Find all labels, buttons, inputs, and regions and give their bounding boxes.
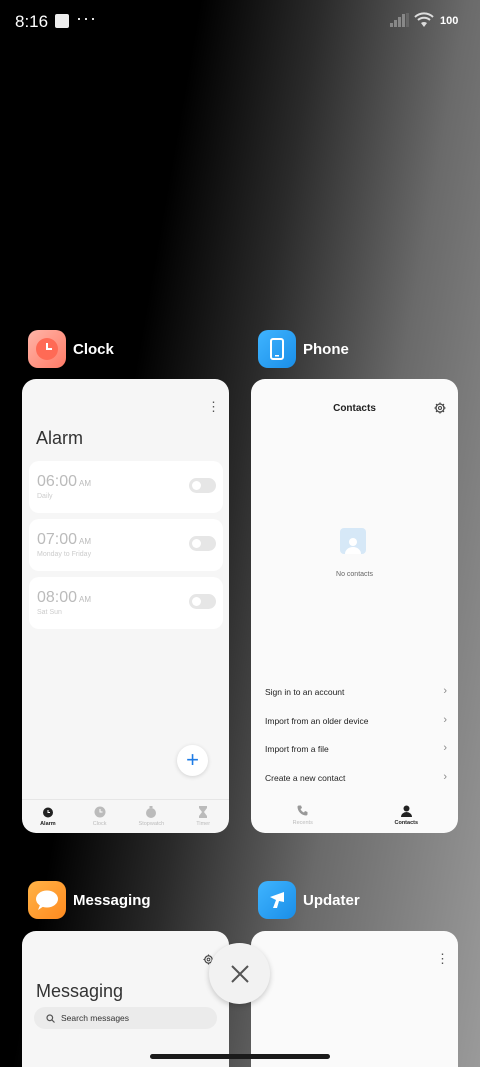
messaging-title: Messaging — [36, 981, 124, 1001]
settings-gear-icon[interactable] — [434, 402, 446, 414]
battery-level: 100 — [440, 15, 459, 27]
phone-app-header[interactable]: Phone — [258, 330, 349, 368]
clock-bottom-nav: Alarm Clock Stopwatch Timer — [22, 799, 229, 833]
alarm-toggle[interactable] — [189, 478, 216, 493]
alarm-repeat: Monday to Friday — [37, 551, 92, 558]
call-icon — [297, 805, 308, 816]
tab-stopwatch-label: Stopwatch — [138, 821, 165, 827]
messaging-app-name: Messaging — [73, 891, 151, 909]
search-messages-bar[interactable]: Search messages — [34, 1007, 217, 1029]
alarm-ampm: AM — [79, 479, 92, 488]
action-label: Import from a file — [265, 744, 329, 754]
phone-app-icon[interactable] — [258, 330, 296, 368]
contacts-title: Contacts — [333, 403, 376, 414]
tab-contacts-label: Contacts — [394, 820, 419, 826]
clock-app-name: Clock — [73, 340, 114, 358]
more-options-icon[interactable]: ⋮ — [207, 400, 220, 413]
action-import-file[interactable]: Import from a file › — [265, 742, 447, 754]
search-placeholder: Search messages — [61, 1013, 130, 1023]
updater-app-header[interactable]: Updater — [258, 881, 360, 919]
tab-clock[interactable]: Clock — [74, 800, 126, 833]
phone-bottom-nav: Recents Contacts — [251, 799, 458, 833]
alarm-time: 08:00 — [37, 589, 78, 606]
tab-clock-label: Clock — [92, 821, 107, 827]
alarm-time: 07:00 — [37, 531, 78, 548]
action-label: Import from an older device — [265, 716, 369, 726]
messaging-app-header[interactable]: Messaging — [28, 881, 151, 919]
alarm-toggle[interactable] — [189, 594, 216, 609]
close-icon — [230, 964, 249, 983]
updater-app-icon[interactable] — [258, 881, 296, 919]
alarm-row[interactable]: 08:00 AM Sat Sun — [29, 577, 223, 629]
phone-app-name: Phone — [303, 340, 349, 358]
clear-all-button[interactable] — [209, 943, 270, 1004]
more-notifications-icon: ··· — [76, 8, 97, 28]
tab-alarm-label: Alarm — [40, 821, 56, 827]
action-create-contact[interactable]: Create a new contact › — [265, 771, 447, 783]
action-label: Create a new contact — [265, 773, 346, 783]
tab-alarm[interactable]: Alarm — [22, 800, 74, 833]
status-time: 8:16 — [15, 12, 49, 31]
wifi-icon — [414, 12, 434, 27]
hourglass-icon — [199, 805, 208, 818]
cellular-signal-icon — [390, 13, 409, 27]
tab-stopwatch[interactable]: Stopwatch — [126, 800, 178, 833]
chevron-right-icon: › — [443, 771, 447, 783]
empty-contacts-icon — [340, 528, 366, 554]
tab-recents-label: Recents — [292, 820, 313, 826]
alarm-clock-icon — [42, 807, 53, 817]
action-import-older-device[interactable]: Import from an older device › — [265, 714, 447, 726]
alarm-repeat: Daily — [37, 493, 53, 500]
clock-app-header[interactable]: Clock — [28, 330, 114, 368]
alarm-title: Alarm — [36, 428, 84, 448]
phone-recent-card[interactable]: Contacts No contacts Sign in to an accou… — [251, 379, 458, 833]
alarm-repeat: Sat Sun — [37, 609, 62, 616]
clock-app-icon[interactable] — [28, 330, 66, 368]
action-sign-in[interactable]: Sign in to an account › — [265, 685, 447, 697]
alarm-ampm: AM — [79, 595, 92, 604]
stopwatch-icon — [146, 805, 157, 818]
action-label: Sign in to an account — [265, 687, 345, 697]
updater-recent-card[interactable]: ⋮ — [251, 931, 458, 1067]
status-bar: 8:16 ··· 100 — [0, 0, 480, 44]
chevron-right-icon: › — [443, 714, 447, 726]
tab-timer[interactable]: Timer — [177, 800, 229, 833]
messaging-app-icon[interactable] — [28, 881, 66, 919]
alarm-toggle[interactable] — [189, 536, 216, 551]
home-indicator[interactable] — [150, 1054, 330, 1059]
messaging-recent-card[interactable]: Messaging Search messages — [22, 931, 229, 1067]
chevron-right-icon: › — [443, 742, 447, 754]
person-icon — [400, 805, 412, 817]
notification-icon — [55, 14, 69, 28]
clock-recent-card[interactable]: ⋮ Alarm 06:00 AM Daily 07:00 AM Monday to … — [22, 379, 229, 833]
clock-icon — [94, 806, 106, 817]
alarm-row[interactable]: 06:00 AM Daily — [29, 461, 223, 513]
tab-recents[interactable]: Recents — [251, 799, 355, 833]
search-icon — [46, 1013, 55, 1023]
updater-app-name: Updater — [303, 891, 360, 909]
tab-timer-label: Timer — [196, 821, 211, 827]
alarm-time: 06:00 — [37, 473, 78, 490]
empty-state-text: No contacts — [336, 571, 373, 578]
more-options-icon[interactable]: ⋮ — [436, 952, 449, 965]
chevron-right-icon: › — [443, 685, 447, 697]
add-alarm-button[interactable]: + — [177, 745, 208, 776]
tab-contacts[interactable]: Contacts — [355, 799, 459, 833]
alarm-row[interactable]: 07:00 AM Monday to Friday — [29, 519, 223, 571]
alarm-ampm: AM — [79, 537, 92, 546]
